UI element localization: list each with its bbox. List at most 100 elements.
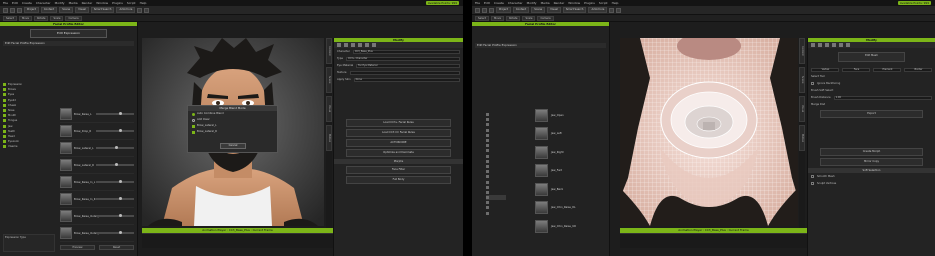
menu-edit[interactable]: Edit bbox=[12, 1, 18, 5]
save-icon[interactable] bbox=[489, 7, 494, 13]
slider-knob[interactable] bbox=[118, 214, 122, 218]
link-icon[interactable] bbox=[358, 43, 362, 47]
menu-file[interactable]: File bbox=[475, 1, 480, 5]
checkbox-icon[interactable] bbox=[3, 83, 6, 87]
edit-expression-button[interactable]: Edit Expression bbox=[30, 29, 107, 38]
thumbnail-row[interactable]: Jaw_Right bbox=[535, 143, 607, 162]
menu-script[interactable]: Script bbox=[599, 1, 608, 5]
checkbox-icon[interactable] bbox=[3, 140, 6, 144]
slider-track[interactable] bbox=[96, 146, 134, 150]
expression-thumbnail[interactable] bbox=[535, 127, 548, 141]
smooth-mesh-row[interactable]: Smooth Mesh bbox=[808, 173, 935, 180]
eye-icon[interactable] bbox=[486, 159, 489, 163]
settings-icon[interactable] bbox=[846, 43, 850, 47]
eye-icon[interactable] bbox=[486, 180, 489, 184]
expression-thumbnail[interactable] bbox=[535, 145, 548, 159]
field-value[interactable]: CC3+ Character bbox=[345, 56, 460, 61]
eye-icon[interactable] bbox=[486, 211, 489, 215]
tab-scene[interactable]: Scene bbox=[799, 67, 805, 93]
scale-tool[interactable]: Scale bbox=[522, 15, 536, 21]
open-icon[interactable] bbox=[10, 7, 15, 13]
toolbar-smart-search-button[interactable]: Smart Search bbox=[562, 7, 587, 13]
checkbox-icon[interactable] bbox=[3, 98, 6, 102]
checkbox-icon[interactable] bbox=[3, 103, 6, 107]
create-morph-button[interactable]: Create Morph bbox=[820, 148, 923, 156]
slider-knob[interactable] bbox=[118, 231, 122, 235]
eye-icon[interactable] bbox=[486, 196, 489, 200]
menu-file[interactable]: File bbox=[3, 1, 8, 5]
checkbox-icon[interactable] bbox=[3, 129, 6, 133]
thumbnail-row[interactable]: Jaw_Fwd bbox=[535, 162, 607, 181]
toolbar-smart-search-button[interactable]: Smart Search bbox=[90, 7, 115, 13]
eye-icon[interactable] bbox=[486, 190, 489, 194]
tab-face[interactable]: Face bbox=[842, 67, 870, 72]
toolbar-visual-button[interactable]: Visual bbox=[75, 7, 89, 13]
menu-window[interactable]: Window bbox=[96, 1, 108, 5]
eye-icon[interactable] bbox=[486, 206, 489, 210]
face-filter-button[interactable]: Face Filter bbox=[346, 166, 451, 174]
menu-character[interactable]: Character bbox=[36, 1, 51, 5]
tab-element[interactable]: Element bbox=[873, 67, 901, 72]
eye-icon[interactable] bbox=[486, 133, 489, 137]
tab-motion[interactable]: Motion bbox=[799, 125, 805, 151]
checkbox-icon[interactable] bbox=[811, 175, 814, 178]
eye-icon[interactable] bbox=[486, 123, 489, 127]
menu-modify[interactable]: Modify bbox=[55, 1, 65, 5]
expression-thumbnail[interactable] bbox=[60, 176, 72, 188]
slider-knob[interactable] bbox=[115, 163, 118, 167]
open-icon[interactable] bbox=[482, 7, 487, 13]
checkbox-icon[interactable] bbox=[3, 145, 6, 149]
thumbnail-row[interactable]: Jaw_Chin_Raise_DL bbox=[535, 199, 607, 218]
slider-knob[interactable] bbox=[118, 180, 122, 184]
eye-icon[interactable] bbox=[486, 128, 489, 132]
scale-tool[interactable]: Scale bbox=[50, 15, 64, 21]
menu-modify[interactable]: Modify bbox=[527, 1, 537, 5]
tree-item[interactable]: Viseme bbox=[3, 144, 55, 149]
light-icon[interactable] bbox=[616, 7, 622, 13]
checkbox-icon[interactable] bbox=[811, 182, 814, 185]
checkbox-icon[interactable] bbox=[3, 88, 6, 92]
expression-thumbnail[interactable] bbox=[535, 182, 548, 196]
actorcore-button[interactable]: ACTORCORE bbox=[346, 139, 451, 147]
menu-plugins[interactable]: Plugins bbox=[584, 1, 595, 5]
radio-icon[interactable] bbox=[192, 112, 195, 116]
new-project-icon[interactable] bbox=[3, 7, 8, 13]
motion-icon[interactable] bbox=[365, 43, 369, 47]
menu-script[interactable]: Script bbox=[127, 1, 136, 5]
edit-mesh-button[interactable]: Edit Mesh bbox=[838, 52, 905, 62]
slider-track[interactable] bbox=[96, 214, 134, 218]
checkbox-icon[interactable] bbox=[3, 134, 6, 138]
eye-icon[interactable] bbox=[486, 175, 489, 179]
field-value[interactable]: CC3_Base_Plus bbox=[352, 49, 460, 54]
checkbox-icon[interactable] bbox=[3, 93, 6, 97]
move-tool[interactable]: Move bbox=[19, 15, 32, 21]
menu-edit[interactable]: Edit bbox=[484, 1, 490, 5]
material-icon[interactable] bbox=[818, 43, 822, 47]
settings-icon[interactable] bbox=[372, 43, 376, 47]
thumbnail-row[interactable]: Jaw_Back bbox=[535, 180, 607, 199]
expression-thumbnail[interactable] bbox=[60, 125, 72, 137]
thumbnail-row[interactable]: Jaw_Chin_Raise_UR bbox=[535, 217, 607, 236]
slider-knob[interactable] bbox=[115, 146, 118, 150]
material-icon[interactable] bbox=[344, 43, 348, 47]
checkbox-icon[interactable] bbox=[192, 130, 195, 134]
menu-media[interactable]: Media bbox=[69, 1, 78, 5]
eye-icon[interactable] bbox=[825, 43, 829, 47]
full-body-button[interactable]: Full Body bbox=[346, 176, 451, 184]
toolbar-project-button[interactable]: Project bbox=[24, 7, 39, 13]
thumbnail-row[interactable]: Jaw_Open bbox=[535, 106, 607, 125]
dialog-option[interactable]: Brow_Lateral_R bbox=[188, 129, 277, 135]
field-value[interactable]: None bbox=[353, 77, 460, 82]
rotate-tool[interactable]: Rotate bbox=[505, 15, 521, 21]
tab-visual[interactable]: Visual bbox=[799, 96, 805, 122]
tab-content[interactable]: Content bbox=[799, 38, 805, 64]
eye-icon[interactable] bbox=[486, 118, 489, 122]
rotate-tool[interactable]: Rotate bbox=[33, 15, 49, 21]
optimize-button[interactable]: Optimize and Decimate bbox=[346, 149, 451, 157]
toolbar-content-button[interactable]: Content bbox=[512, 7, 530, 13]
toolbar-scene-button[interactable]: Scene bbox=[59, 7, 74, 13]
menu-character[interactable]: Character bbox=[508, 1, 523, 5]
slider-knob[interactable] bbox=[118, 112, 122, 116]
field-value[interactable]: 1.00 bbox=[833, 95, 932, 100]
expression-thumbnail[interactable] bbox=[60, 159, 72, 171]
